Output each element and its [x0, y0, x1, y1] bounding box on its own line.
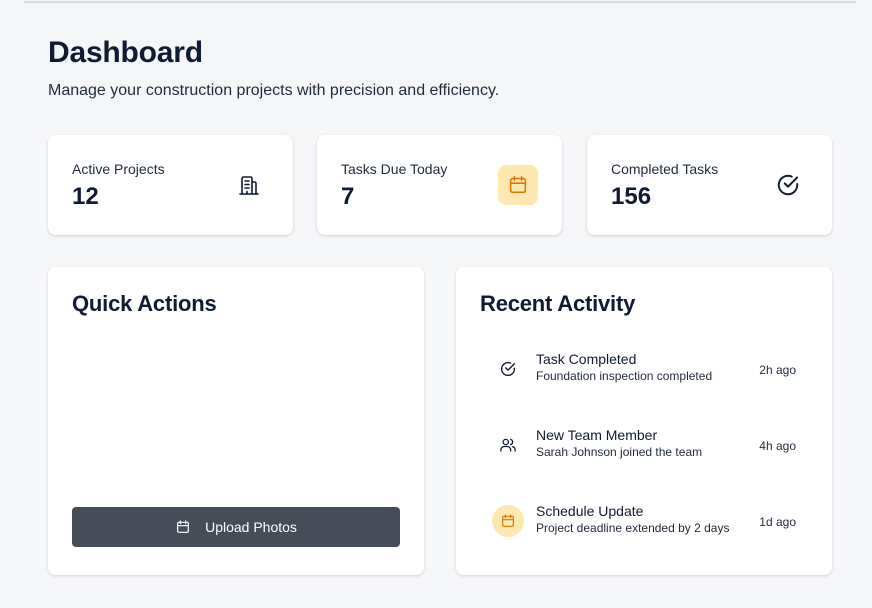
recent-activity-panel: Recent Activity Task Completed Foundatio…: [456, 267, 832, 575]
page-title: Dashboard: [48, 36, 203, 69]
stat-label: Tasks Due Today: [341, 161, 448, 177]
activity-description: Project deadline extended by 2 days: [536, 521, 730, 535]
users-icon: [492, 429, 524, 461]
page-subtitle: Manage your construction projects with p…: [48, 82, 500, 99]
stat-value: 12: [72, 183, 99, 210]
calendar-icon: [492, 505, 524, 537]
check-circle-icon: [492, 353, 524, 385]
activity-description: Sarah Johnson joined the team: [536, 445, 703, 459]
stat-card-completed-tasks: Completed Tasks 156: [587, 135, 832, 235]
activity-title: New Team Member: [536, 427, 658, 443]
upload-photos-label: Upload Photos: [205, 519, 297, 535]
activity-item[interactable]: Schedule Update Project deadline extende…: [480, 499, 808, 543]
activity-description: Foundation inspection completed: [536, 369, 713, 383]
top-divider: [24, 0, 856, 3]
activity-title: Task Completed: [536, 351, 637, 367]
stat-card-tasks-due: Tasks Due Today 7: [317, 135, 562, 235]
activity-time: 4h ago: [759, 439, 796, 453]
calendar-icon: [498, 165, 538, 205]
stat-label: Completed Tasks: [611, 161, 719, 177]
activity-item[interactable]: New Team Member Sarah Johnson joined the…: [480, 423, 808, 467]
stat-label: Active Projects: [72, 161, 165, 177]
stat-card-active-projects: Active Projects 12: [48, 135, 293, 235]
stat-value: 7: [341, 183, 355, 210]
panel-title: Quick Actions: [72, 291, 217, 316]
quick-actions-panel: Quick Actions Upload Photos: [48, 267, 424, 575]
calendar-icon: [175, 519, 191, 535]
activity-time: 1d ago: [759, 515, 796, 529]
activity-time: 2h ago: [759, 363, 796, 377]
stat-value: 156: [611, 183, 652, 210]
activity-title: Schedule Update: [536, 503, 644, 519]
check-circle-icon: [768, 165, 808, 205]
building-icon: [229, 165, 269, 205]
activity-item[interactable]: Task Completed Foundation inspection com…: [480, 347, 808, 391]
panel-title: Recent Activity: [480, 291, 636, 316]
upload-photos-button[interactable]: Upload Photos: [72, 507, 400, 547]
